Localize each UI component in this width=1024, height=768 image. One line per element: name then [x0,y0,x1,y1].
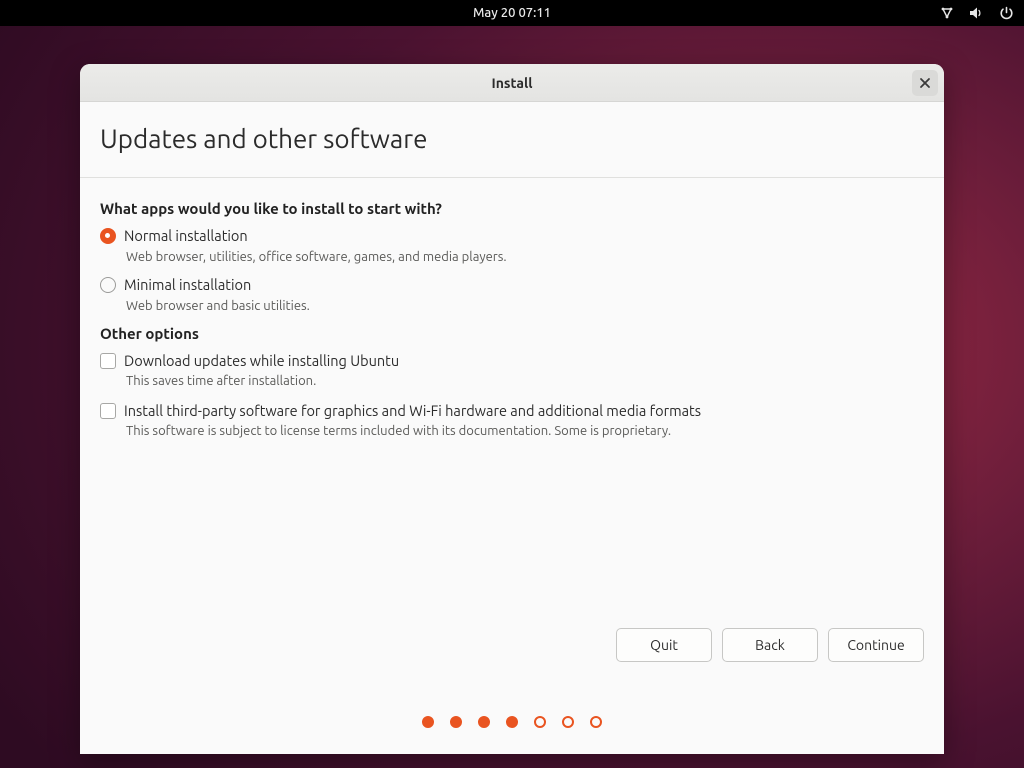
back-button[interactable]: Back [722,628,818,662]
clock-label: May 20 07:11 [473,6,551,20]
install-type-question: What apps would you like to install to s… [100,200,924,217]
volume-icon[interactable] [969,6,985,20]
radio-minimal-install[interactable]: Minimal installation [100,276,924,293]
checkbox-download-updates[interactable]: Download updates while installing Ubuntu [100,352,924,369]
top-bar: May 20 07:11 [0,0,1024,26]
power-icon[interactable] [999,6,1014,21]
checkbox-third-party[interactable]: Install third-party software for graphic… [100,402,924,419]
radio-minimal-desc: Web browser and basic utilities. [126,299,924,313]
step-dot [506,716,518,728]
radio-label: Normal installation [124,227,248,244]
window-title: Install [492,75,533,91]
step-dot [590,716,602,728]
checkbox-third-party-desc: This software is subject to license term… [126,424,924,438]
button-row: Quit Back Continue [80,628,944,680]
installer-window: Install Updates and other software What … [80,64,944,754]
continue-button[interactable]: Continue [828,628,924,662]
radio-icon [100,277,116,293]
radio-label: Minimal installation [124,276,251,293]
other-options-label: Other options [100,325,924,342]
page-content: What apps would you like to install to s… [80,178,944,628]
title-bar: Install [80,64,944,102]
step-dot [534,716,546,728]
step-dot [422,716,434,728]
radio-normal-desc: Web browser, utilities, office software,… [126,250,924,264]
system-tray [939,6,1014,21]
step-dot [478,716,490,728]
network-icon[interactable] [939,6,955,20]
radio-normal-install[interactable]: Normal installation [100,227,924,244]
page-title: Updates and other software [100,124,924,153]
step-dot [450,716,462,728]
checkbox-icon [100,353,116,369]
page-header: Updates and other software [80,102,944,178]
checkbox-icon [100,403,116,419]
checkbox-download-desc: This saves time after installation. [126,374,924,388]
checkbox-label: Install third-party software for graphic… [124,402,701,419]
close-button[interactable] [912,70,938,96]
checkbox-label: Download updates while installing Ubuntu [124,352,399,369]
step-dot [562,716,574,728]
radio-icon [100,228,116,244]
quit-button[interactable]: Quit [616,628,712,662]
progress-dots [80,680,944,754]
